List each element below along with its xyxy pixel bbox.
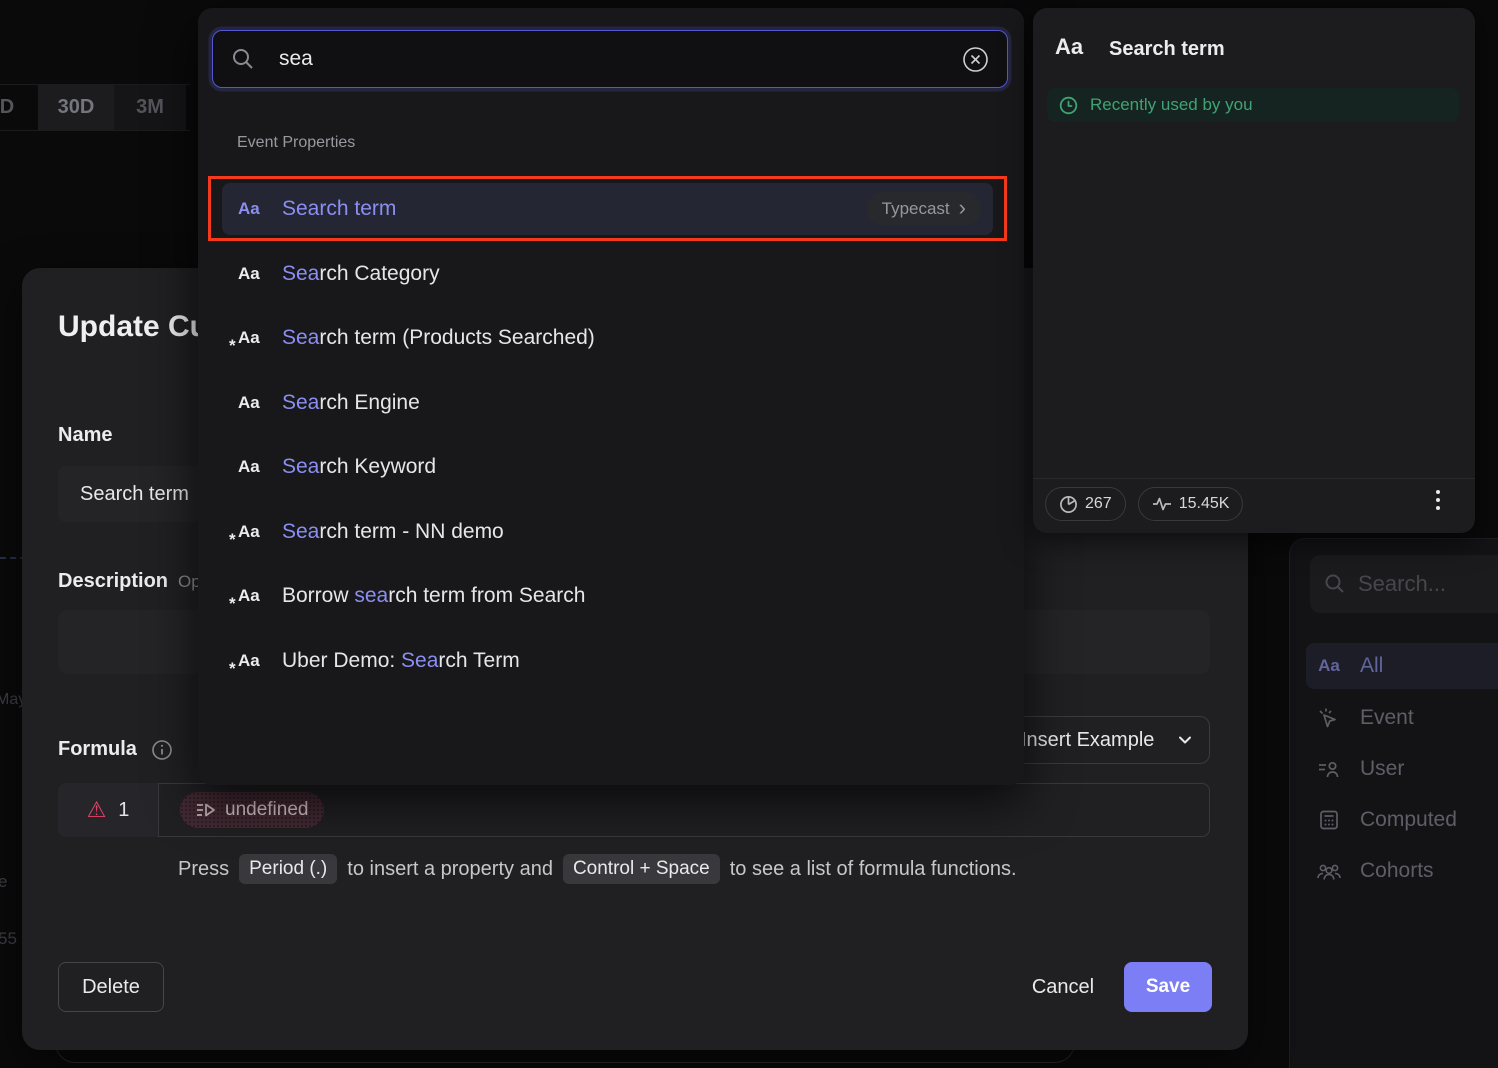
stat-value: 267	[1085, 495, 1112, 513]
info-icon[interactable]	[151, 739, 173, 761]
section-header: Event Properties	[237, 134, 355, 152]
pie-chart-icon	[1059, 495, 1078, 514]
hint-text: to insert a property and	[347, 858, 553, 881]
insert-example-label: Insert Example	[1021, 729, 1154, 752]
kbd-control-space: Control + Space	[563, 854, 720, 884]
property-label: Search Engine	[282, 391, 420, 415]
sidebar-filter-label: Computed	[1360, 808, 1457, 832]
formula-input[interactable]: undefined	[158, 783, 1210, 837]
stat-pill[interactable]: 15.45K	[1138, 487, 1244, 521]
custom-property-type-icon: Aa*	[238, 651, 268, 671]
text-property-type-icon: Aa	[238, 393, 268, 413]
property-list-item[interactable]: Aa Search Keyword	[222, 441, 993, 493]
sidebar-filter-cohorts[interactable]: Cohorts	[1306, 848, 1498, 894]
hint-text: Press	[178, 858, 229, 881]
formula-label: Formula	[58, 738, 137, 761]
recently-used-badge: Recently used by you	[1047, 88, 1459, 122]
cancel-button[interactable]: Cancel	[1008, 962, 1118, 1012]
property-label: Search Category	[282, 262, 440, 286]
property-list-item[interactable]: Aa* Uber Demo: Search Term	[222, 635, 993, 687]
sidebar-filter-all[interactable]: Aa All	[1306, 643, 1498, 689]
property-details-panel: Aa Search term Recently used by you 267 1…	[1033, 8, 1475, 533]
user-icon	[1316, 759, 1342, 779]
chart-tick-fragment: 55	[0, 929, 17, 949]
property-label: Search term (Products Searched)	[282, 326, 595, 350]
sidebar-filter-user[interactable]: User	[1306, 746, 1498, 792]
formula-error-badge[interactable]: ⚠ 1	[58, 783, 158, 837]
chevron-right-icon: ›	[959, 197, 966, 219]
text-property-type-icon: Aa	[1055, 34, 1083, 60]
search-value: sea	[279, 47, 938, 71]
sidebar-filter-label: All	[1360, 654, 1383, 678]
warning-icon: ⚠	[87, 799, 107, 821]
stat-pill[interactable]: 267	[1045, 487, 1126, 521]
chart-label-fragment: e	[0, 872, 7, 892]
delete-button[interactable]: Delete	[58, 962, 164, 1012]
clock-icon	[1059, 96, 1078, 115]
stat-value: 15.45K	[1179, 495, 1230, 513]
property-label: Borrow search term from Search	[282, 584, 585, 608]
description-label: Description	[58, 570, 168, 593]
property-filter-sidebar: Search... Aa All Event User Computed Cohorts	[1289, 538, 1498, 1068]
custom-property-type-icon: Aa*	[238, 522, 268, 542]
sidebar-filter-label: User	[1360, 757, 1404, 781]
date-range-tabs: D 30D 3M	[0, 84, 190, 131]
error-count: 1	[118, 799, 129, 822]
property-search-input[interactable]: sea	[212, 30, 1008, 88]
activity-icon	[1152, 497, 1172, 511]
recently-used-label: Recently used by you	[1090, 95, 1253, 115]
tab-range-3m[interactable]: 3M	[114, 85, 186, 130]
text-property-type-icon: Aa	[238, 457, 268, 477]
search-icon	[1324, 573, 1346, 595]
name-value: Search term	[80, 483, 189, 506]
details-title: Search term	[1109, 38, 1225, 61]
custom-property-type-icon: Aa*	[238, 586, 268, 606]
property-token-icon	[196, 802, 216, 818]
sidebar-search-input[interactable]: Search...	[1310, 555, 1498, 613]
property-label: Search Keyword	[282, 455, 436, 479]
modal-title: Update Cu	[58, 310, 208, 344]
sidebar-filter-event[interactable]: Event	[1306, 695, 1498, 741]
property-list-item[interactable]: Aa Search term Typecast›	[222, 183, 993, 235]
name-label: Name	[58, 424, 112, 447]
property-label: Uber Demo: Search Term	[282, 649, 520, 673]
typecast-badge[interactable]: Typecast›	[867, 192, 981, 226]
formula-editor-row: ⚠ 1 undefined	[58, 783, 1210, 837]
property-list-item[interactable]: Aa Search Category	[222, 248, 993, 300]
cohorts-icon	[1316, 861, 1342, 881]
kbd-period: Period (.)	[239, 854, 337, 884]
sidebar-filter-label: Event	[1360, 706, 1414, 730]
sidebar-search-placeholder: Search...	[1358, 571, 1446, 597]
property-list-item[interactable]: Aa* Search term - NN demo	[222, 506, 993, 558]
property-label: Search term - NN demo	[282, 520, 504, 544]
property-search-dropdown: sea Event Properties Aa Search term Typeca…	[198, 8, 1024, 785]
formula-token-undefined[interactable]: undefined	[180, 792, 324, 828]
computed-icon	[1316, 809, 1342, 831]
text-property-type-icon: Aa	[238, 264, 268, 284]
property-label: Search term	[282, 197, 396, 221]
text-property-type-icon: Aa	[238, 199, 268, 219]
property-list-item[interactable]: Aa Search Engine	[222, 377, 993, 429]
text-icon: Aa	[1316, 656, 1342, 676]
formula-token-label: undefined	[225, 799, 308, 821]
insert-example-button[interactable]: Insert Example	[998, 716, 1210, 764]
more-options-icon[interactable]	[1431, 490, 1445, 510]
event-icon	[1316, 707, 1342, 729]
custom-property-type-icon: Aa*	[238, 328, 268, 348]
property-list-item[interactable]: Aa* Search term (Products Searched)	[222, 312, 993, 364]
clear-search-icon[interactable]	[962, 46, 989, 73]
tab-range-30d[interactable]: 30D	[38, 85, 114, 130]
app-screen: D 30D 3M May e 55 Search... AaAllEventUs…	[0, 0, 1498, 1068]
formula-label-row: Formula	[58, 738, 173, 761]
save-button[interactable]: Save	[1124, 962, 1212, 1012]
sidebar-filter-label: Cohorts	[1360, 859, 1434, 883]
chevron-down-icon	[1177, 732, 1193, 748]
hint-text: to see a list of formula functions.	[730, 858, 1017, 881]
sidebar-filter-computed[interactable]: Computed	[1306, 797, 1498, 843]
search-icon	[231, 47, 255, 71]
tab-range-fragment[interactable]: D	[0, 85, 20, 130]
formula-hint: Press Period (.) to insert a property an…	[178, 854, 1017, 884]
details-divider	[1033, 478, 1475, 479]
property-list-item[interactable]: Aa* Borrow search term from Search	[222, 570, 993, 622]
